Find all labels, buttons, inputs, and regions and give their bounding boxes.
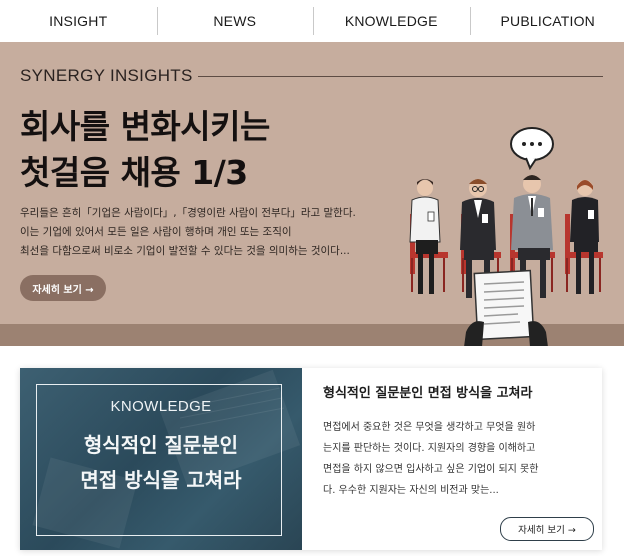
card-desc-line1: 면접에서 중요한 것은 무엇을 생각하고 무엇을 원하 xyxy=(323,422,536,433)
card-thumbnail[interactable]: KNOWLEDGE 형식적인 질문분인 면접 방식을 고쳐라 xyxy=(20,368,302,550)
card-category-tag: KNOWLEDGE xyxy=(110,398,212,415)
hero-title-line2: 첫걸음 채용 1/3 xyxy=(20,153,248,192)
interview-candidates-illustration xyxy=(409,127,603,346)
nav-publication[interactable]: PUBLICATION xyxy=(469,0,627,42)
knowledge-card[interactable]: KNOWLEDGE 형식적인 질문분인 면접 방식을 고쳐라 형식적인 질문분인… xyxy=(20,368,602,550)
hero-description: 우리들은 흔히「기업은 사람이다」,「경영이란 사람이 전부다」라고 말한다. … xyxy=(20,204,390,261)
card-thumbnail-title: 형식적인 질문분인 면접 방식을 고쳐라 xyxy=(20,428,302,498)
card-title[interactable]: 형식적인 질문분인 면접 방식을 고쳐라 xyxy=(323,382,532,401)
hero-eyebrow: SYNERGY INSIGHTS xyxy=(20,66,193,85)
card-more-button[interactable]: 자세히 보기 → xyxy=(500,517,594,541)
hero-title: 회사를 변화시키는 첫걸음 채용 1/3 xyxy=(20,104,270,196)
hero-divider xyxy=(198,76,603,77)
card-thumbnail-title-line1: 형식적인 질문분인 xyxy=(83,433,239,457)
card-thumbnail-title-line2: 면접 방식을 고쳐라 xyxy=(80,468,242,492)
card-desc-line3: 면접을 하지 않으면 입사하고 싶은 기업이 되지 못한 xyxy=(323,464,539,475)
nav-news[interactable]: NEWS xyxy=(156,0,314,42)
top-nav: INSIGHT NEWS KNOWLEDGE PUBLICATION xyxy=(0,0,626,42)
nav-knowledge[interactable]: KNOWLEDGE xyxy=(313,0,470,42)
resume-document-icon xyxy=(464,269,548,346)
hero-more-button[interactable]: 자세히 보기 → xyxy=(20,275,106,301)
card-desc-line2: 는지를 판단하는 것이다. 지원자의 경향을 이해하고 xyxy=(323,443,536,454)
hero-title-line1: 회사를 변화시키는 xyxy=(20,107,270,146)
speech-bubble-icon xyxy=(510,127,554,171)
card-desc-line4: 다. 우수한 지원자는 자신의 비전과 맞는... xyxy=(323,485,499,496)
hero-desc-line3: 최선을 다함으로써 비로소 기업이 발전할 수 있다는 것을 의미하는 것이다.… xyxy=(20,245,350,257)
hero-banner: SYNERGY INSIGHTS 회사를 변화시키는 첫걸음 채용 1/3 우리… xyxy=(0,42,624,346)
hero-desc-line1: 우리들은 흔히「기업은 사람이다」,「경영이란 사람이 전부다」라고 말한다. xyxy=(20,207,356,219)
card-description: 면접에서 중요한 것은 무엇을 생각하고 무엇을 원하 는지를 판단하는 것이다… xyxy=(323,417,593,501)
hero-desc-line2: 이는 기업에 있어서 모든 일은 사람이 행하며 개인 또는 조직이 xyxy=(20,226,292,238)
nav-insight[interactable]: INSIGHT xyxy=(0,0,157,42)
